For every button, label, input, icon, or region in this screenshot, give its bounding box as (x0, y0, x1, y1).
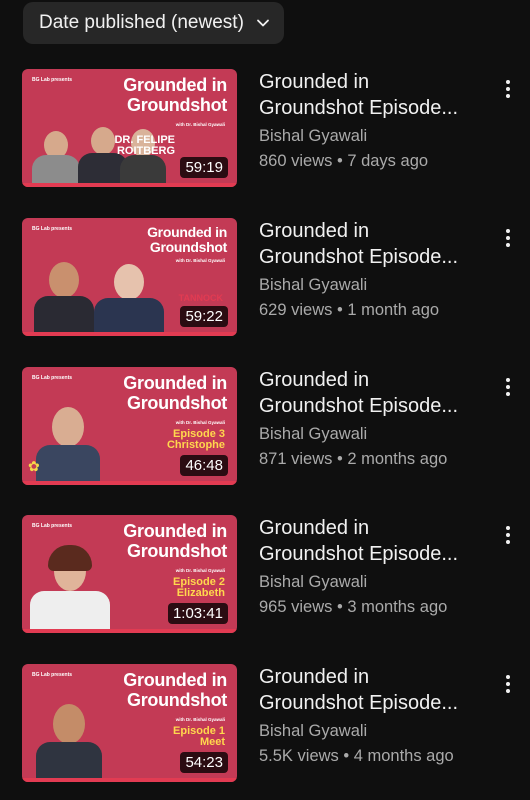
video-item[interactable]: BG Lab presents Grounded in Groundshot w… (0, 367, 530, 485)
flower-icon: ✿ (28, 458, 40, 474)
guest-photo (36, 385, 100, 481)
video-stats: 629 views • 1 month ago (259, 301, 440, 319)
thumbnail-band (22, 332, 237, 336)
thumbnail-host: with Dr. Bishal Gyawali (175, 420, 225, 425)
thumbnail-brand: BG Lab presents (32, 226, 73, 232)
video-duration: 46:48 (180, 455, 228, 476)
video-thumbnail[interactable]: BG Lab presents Grounded in Groundshot w… (22, 218, 237, 336)
sort-dropdown[interactable]: Date published (newest) (23, 2, 284, 44)
more-options-icon[interactable] (498, 226, 518, 254)
more-options-icon[interactable] (498, 77, 518, 105)
thumbnail-host: with Dr. Bishal Gyawali (175, 717, 225, 722)
guest-photo (36, 682, 102, 778)
video-item[interactable]: BG Lab presents Grounded in Groundshot w… (0, 515, 530, 633)
channel-name[interactable]: Bishal Gyawali (259, 425, 489, 444)
sort-label: Date published (newest) (39, 12, 244, 33)
video-thumbnail[interactable]: BG Lab presents Grounded in Groundshot w… (22, 515, 237, 633)
thumbnail-host: with Dr. Bishal Gyawali (175, 568, 225, 573)
thumbnail-band (22, 629, 237, 633)
thumbnail-episode: DR. FELIPE ROITBERG (114, 134, 175, 157)
thumbnail-title: Grounded in (123, 373, 227, 393)
channel-name[interactable]: Bishal Gyawali (259, 127, 489, 146)
thumbnail-episode: Episode 1 Meet (173, 725, 225, 748)
thumbnail-title: Grounded in (123, 670, 227, 690)
thumbnail-brand: BG Lab presents (32, 672, 73, 678)
thumbnail-host: with Dr. Bishal Gyawali (175, 122, 225, 127)
video-stats: 5.5K views • 4 months ago (259, 747, 454, 765)
video-title[interactable]: Grounded in Groundshot Episode... (259, 69, 489, 121)
guest-photo (32, 103, 80, 183)
video-stats: 965 views • 3 months ago (259, 598, 448, 616)
thumbnail-episode: Episode 3 Christophe (166, 428, 225, 451)
channel-name[interactable]: Bishal Gyawali (259, 276, 489, 295)
video-stats: 871 views • 2 months ago (259, 450, 448, 468)
video-title[interactable]: Grounded in Groundshot Episode... (259, 367, 489, 419)
thumbnail-title: Groundshot (127, 690, 227, 710)
thumbnail-brand: BG Lab presents (32, 523, 73, 529)
video-meta[interactable]: Grounded in Groundshot Episode... Bishal… (259, 664, 489, 766)
chevron-down-icon (256, 19, 269, 27)
thumbnail-band (22, 481, 237, 485)
thumbnail-band (22, 183, 237, 187)
video-thumbnail[interactable]: BG Lab presents Grounded in Groundshot w… (22, 664, 237, 782)
thumbnail-title: Groundshot (127, 393, 227, 413)
thumbnail-title: Grounded in (123, 75, 227, 95)
video-duration: 59:19 (180, 157, 228, 178)
video-thumbnail[interactable]: BG Lab presents Grounded in Groundshot w… (22, 69, 237, 187)
video-duration: 59:22 (180, 306, 228, 327)
thumbnail-title: Grounded in (147, 224, 227, 240)
video-title[interactable]: Grounded in Groundshot Episode... (259, 664, 489, 716)
video-stats: 860 views • 7 days ago (259, 152, 429, 170)
video-item[interactable]: BG Lab presents Grounded in Groundshot w… (0, 664, 530, 782)
guest-photo (34, 240, 94, 332)
thumbnail-episode: Episode 2 Elizabeth (173, 576, 225, 599)
video-item[interactable]: BG Lab presents Grounded in Groundshot w… (0, 218, 530, 336)
more-options-icon[interactable] (498, 375, 518, 403)
video-meta[interactable]: Grounded in Groundshot Episode... Bishal… (259, 218, 489, 320)
thumbnail-title: Grounded in (123, 521, 227, 541)
video-duration: 1:03:41 (167, 603, 228, 624)
video-title[interactable]: Grounded in Groundshot Episode... (259, 218, 489, 270)
video-meta[interactable]: Grounded in Groundshot Episode... Bishal… (259, 515, 489, 617)
video-title[interactable]: Grounded in Groundshot Episode... (259, 515, 489, 567)
more-options-icon[interactable] (498, 672, 518, 700)
channel-name[interactable]: Bishal Gyawali (259, 573, 489, 592)
video-meta[interactable]: Grounded in Groundshot Episode... Bishal… (259, 367, 489, 469)
thumbnail-host: with Dr. Bishal Gyawali (175, 258, 225, 263)
more-options-icon[interactable] (498, 523, 518, 551)
guest-photo (94, 240, 164, 332)
video-item[interactable]: BG Lab presents Grounded in Groundshot w… (0, 69, 530, 187)
video-meta[interactable]: Grounded in Groundshot Episode... Bishal… (259, 69, 489, 171)
video-duration: 54:23 (180, 752, 228, 773)
thumbnail-brand: BG Lab presents (32, 375, 73, 381)
thumbnail-episode: TANNOCK (178, 293, 223, 303)
channel-name[interactable]: Bishal Gyawali (259, 722, 489, 741)
thumbnail-title: Groundshot (127, 541, 227, 561)
thumbnail-band (22, 778, 237, 782)
guest-photo (30, 533, 110, 629)
thumbnail-brand: BG Lab presents (32, 77, 73, 83)
video-thumbnail[interactable]: BG Lab presents Grounded in Groundshot w… (22, 367, 237, 485)
